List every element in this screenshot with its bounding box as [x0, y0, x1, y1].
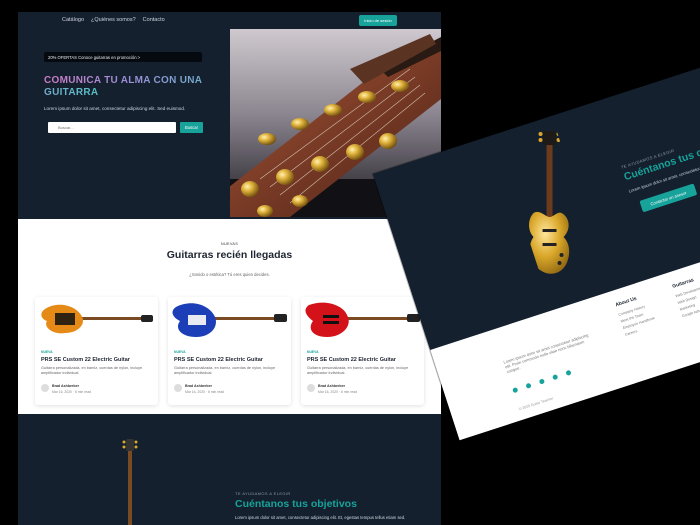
new-arrivals-section: NUEVAS Guitarras recién llegadas ¿Sonido… [18, 219, 441, 414]
instagram-icon[interactable] [525, 382, 532, 389]
facebook-icon[interactable] [512, 386, 519, 394]
avatar [307, 384, 315, 392]
avatar [41, 384, 49, 392]
product-card[interactable]: NUEVA PRS SE Custom 22 Electric Guitar G… [35, 297, 158, 405]
guitar-image-red [301, 297, 424, 341]
arrivals-eyebrow: NUEVAS [220, 242, 239, 246]
card-author: Brad Ashberber [318, 384, 346, 388]
top-nav: Catálogo ¿Quiénes somos? Contacto Inicio… [18, 12, 441, 30]
guitar-gold-image [529, 131, 570, 274]
twitter-icon[interactable] [538, 378, 546, 385]
footer-col-about: About Us Company History Meet the Team E… [615, 292, 658, 338]
nav-link-contacto[interactable]: Contacto [143, 17, 165, 23]
card-title[interactable]: PRS SE Custom 22 Electric Guitar [41, 357, 130, 363]
contact-advisor-button[interactable]: Contactar un asesor [639, 183, 698, 213]
search-input[interactable] [48, 122, 176, 133]
card-description: Guitarra personalizada, en barniz, cuerd… [174, 366, 276, 375]
social-links [512, 369, 572, 394]
card-title[interactable]: PRS SE Custom 22 Electric Guitar [174, 357, 263, 363]
guitar-gold-vertical [122, 439, 138, 525]
landing-page: Catálogo ¿Quiénes somos? Contacto Inicio… [18, 12, 441, 525]
card-author: Brad Ashberber [185, 384, 213, 388]
nav-link-quienes-somos[interactable]: ¿Quiénes somos? [91, 17, 136, 23]
card-date: Mar 16, 2020 · 6 min read [52, 390, 92, 394]
github-icon[interactable] [552, 373, 559, 381]
objectives-title: Cuéntanos tus objetivos [235, 498, 357, 510]
card-date: Mar 16, 2020 · 6 min read [185, 390, 225, 394]
card-tag: NUEVA [174, 350, 186, 354]
login-button[interactable]: Inicio de sesión [359, 15, 397, 26]
search-button[interactable]: Buscar [180, 122, 203, 133]
copyright: © 2020 Guitar Teacher [518, 396, 554, 412]
objectives-section: TE AYUDAMOS A ELEGIR Cuéntanos tus objet… [18, 414, 441, 525]
dribbble-icon[interactable] [565, 369, 572, 376]
card-tag: NUEVA [41, 350, 53, 354]
arrivals-title: Guitarras recién llegadas [166, 249, 293, 261]
card-description: Guitarra personalizada, en barniz, cuerd… [41, 366, 143, 375]
nav-link-catalogo[interactable]: Catálogo [62, 17, 84, 23]
avatar [174, 384, 182, 392]
guitar-image-orange [35, 297, 158, 341]
promo-banner[interactable]: 20% OFERTAS Conoce guitarras en promoció… [44, 52, 202, 62]
arrivals-lead: ¿Sonido o estética? Tú eres quien decide… [189, 272, 270, 277]
card-description: Guitarra personalizada, en barniz, cuerd… [307, 366, 409, 375]
product-card[interactable]: NUEVA PRS SE Custom 22 Electric Guitar G… [301, 297, 424, 405]
hero-subtitle: Lorem ipsum dolor sit amet, consectetur … [44, 106, 186, 111]
guitar-image-blue [168, 297, 291, 341]
card-title[interactable]: PRS SE Custom 22 Electric Guitar [307, 357, 396, 363]
nav-links: Catálogo ¿Quiénes somos? Contacto [62, 17, 165, 23]
footer-about-text: Lorem ipsum dolor sit amet consectetur a… [502, 332, 589, 375]
objectives-eyebrow: TE AYUDAMOS A ELEGIR [235, 491, 291, 496]
objectives-lead: Lorem ipsum dolor sit amet, consectetur … [235, 515, 406, 520]
card-tag: NUEVA [307, 350, 319, 354]
card-author: Brad Ashberber [52, 384, 80, 388]
mockup-stage: Catálogo ¿Quiénes somos? Contacto Inicio… [0, 0, 700, 525]
product-card[interactable]: NUEVA PRS SE Custom 22 Electric Guitar G… [168, 297, 291, 405]
card-date: Mar 16, 2020 · 6 min read [318, 390, 358, 394]
hero-title: COMUNICA TU ALMA CON UNA GUITARRA [44, 75, 203, 98]
objectives-title: Cuéntanos tus objetivos [622, 134, 700, 184]
footer-col-guitars: Guitarras Web Development Web Design Mar… [672, 275, 700, 320]
